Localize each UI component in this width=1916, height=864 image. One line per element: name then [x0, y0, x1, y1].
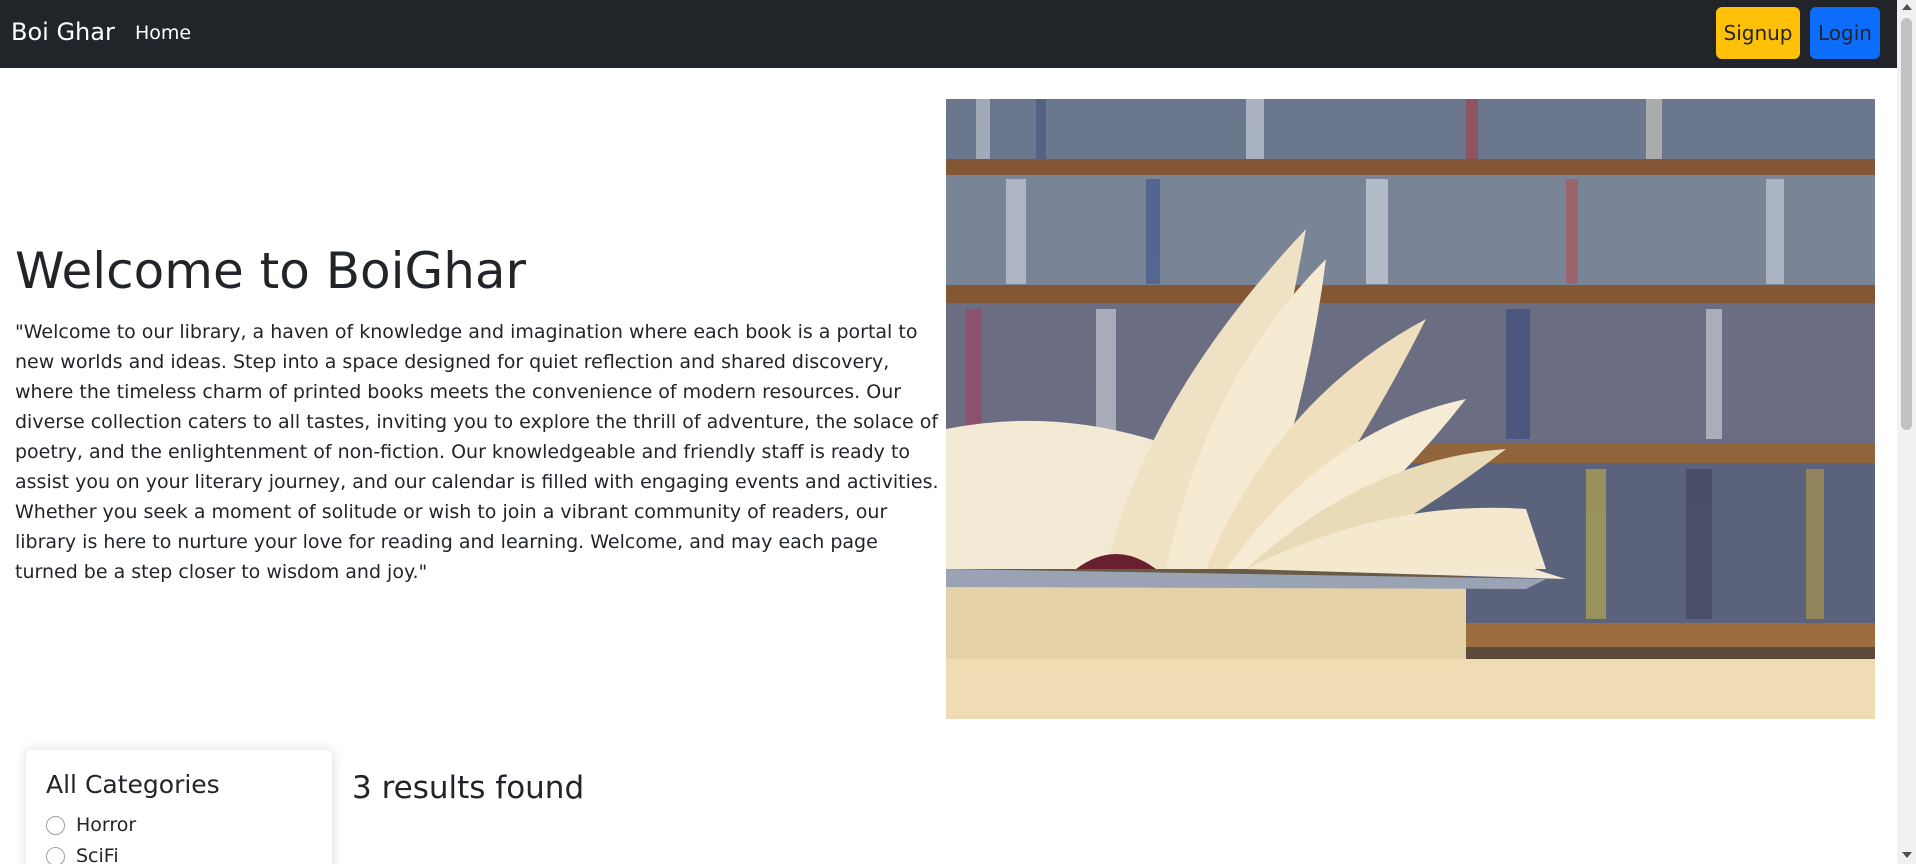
category-option-horror[interactable]: Horror — [46, 814, 136, 836]
page-scrollbar[interactable] — [1897, 0, 1916, 864]
nav-link-home[interactable]: Home — [135, 22, 191, 44]
category-label-scifi: SciFi — [76, 845, 119, 864]
category-filter-panel: All Categories Horror SciFi — [26, 750, 332, 864]
top-navbar: Boi Ghar Home Signup Login — [0, 0, 1897, 68]
brand-logo-text[interactable]: Boi Ghar — [11, 18, 115, 46]
scroll-down-arrow-icon[interactable] — [1902, 852, 1912, 858]
scrollbar-thumb[interactable] — [1901, 18, 1912, 430]
category-option-scifi[interactable]: SciFi — [46, 845, 119, 864]
category-panel-title: All Categories — [46, 770, 220, 799]
hero-title: Welcome to BoiGhar — [15, 242, 527, 300]
login-button[interactable]: Login — [1810, 7, 1880, 59]
category-label-horror: Horror — [76, 814, 137, 836]
scroll-up-arrow-icon[interactable] — [1902, 4, 1912, 10]
signup-button[interactable]: Signup — [1716, 7, 1800, 59]
radio-horror[interactable] — [46, 815, 65, 835]
results-count-heading: 3 results found — [352, 770, 585, 806]
hero-image-open-book — [946, 99, 1875, 719]
hero-description: "Welcome to our library, a haven of know… — [15, 321, 939, 583]
radio-scifi[interactable] — [46, 846, 65, 864]
